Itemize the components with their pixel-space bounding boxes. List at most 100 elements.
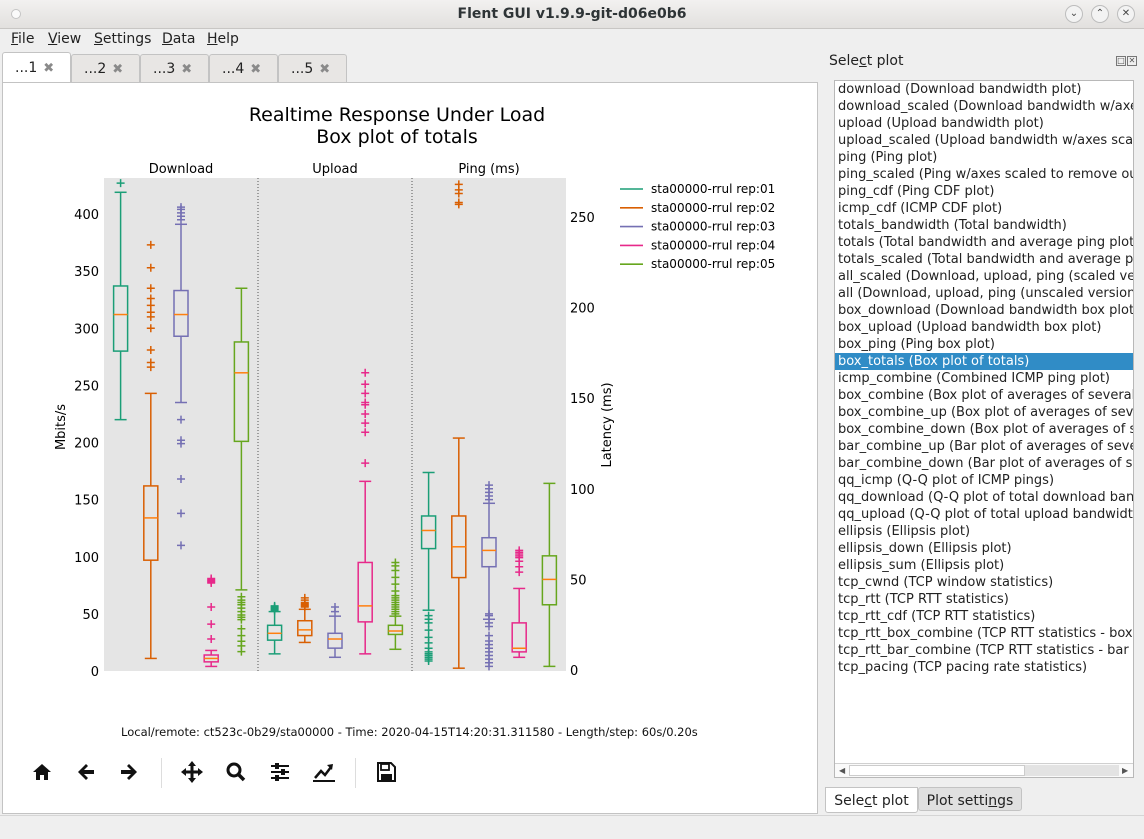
plot-list-item[interactable]: totals (Total bandwidth and average ping… — [835, 234, 1133, 251]
sidebar-title: Select plot — [829, 53, 904, 69]
plot-list-item[interactable]: ping_cdf (Ping CDF plot) — [835, 183, 1133, 200]
chevron-up-icon: ⌃ — [1095, 8, 1105, 19]
tab-select-plot[interactable]: Select plot — [825, 787, 918, 813]
plot-list-item[interactable]: tcp_rtt_bar_combine (TCP RTT statistics … — [835, 642, 1133, 659]
plot-list-item[interactable]: ellipsis (Ellipsis plot) — [835, 523, 1133, 540]
tab-plot-settings[interactable]: Plot settings — [918, 787, 1022, 811]
plot-list-item[interactable]: box_combine (Box plot of averages of sev… — [835, 387, 1133, 404]
y-tick-label-left: 0 — [91, 665, 99, 680]
plot-list-item[interactable]: bar_combine_up (Bar plot of averages of … — [835, 438, 1133, 455]
plot-list-item[interactable]: tcp_rtt (TCP RTT statistics) — [835, 591, 1133, 608]
plot-list-item[interactable]: tcp_rtt_cdf (TCP RTT statistics) — [835, 608, 1133, 625]
tab-label: ...2 — [84, 61, 107, 77]
back-button[interactable] — [71, 757, 101, 787]
pan-button[interactable] — [177, 757, 207, 787]
plot-list-item[interactable]: icmp_combine (Combined ICMP ping plot) — [835, 370, 1133, 387]
close-tab-icon[interactable]: ✖ — [250, 62, 261, 77]
close-tab-icon[interactable]: ✖ — [43, 61, 54, 76]
tab-3[interactable]: ...3 ✖ — [140, 54, 209, 82]
legend-label: sta00000-rrul rep:01 — [651, 182, 775, 196]
plot-list-item[interactable]: ellipsis_sum (Ellipsis plot) — [835, 557, 1133, 574]
y-tick-label-right: 150 — [570, 392, 595, 407]
configure-subplots-button[interactable] — [265, 757, 295, 787]
y-axis-label-left: Mbits/s — [54, 404, 69, 450]
y-tick-label-left: 400 — [74, 208, 99, 223]
plot-list-item[interactable]: ellipsis_down (Ellipsis plot) — [835, 540, 1133, 557]
group-label: Ping (ms) — [458, 162, 519, 177]
y-tick-label-right: 200 — [570, 302, 595, 317]
plot-list-item[interactable]: box_upload (Upload bandwidth box plot) — [835, 319, 1133, 336]
plot-list-item[interactable]: qq_icmp (Q-Q plot of ICMP pings) — [835, 472, 1133, 489]
menu-data[interactable]: Data — [162, 31, 195, 47]
plot-list[interactable]: download (Download bandwidth plot) downlo… — [834, 80, 1134, 778]
plot-pane: Realtime Response Under Load Box plot of … — [2, 82, 818, 814]
scroll-left-icon[interactable]: ◀ — [839, 764, 845, 777]
plot-list-item[interactable]: all (Download, upload, ping (unscaled ve… — [835, 285, 1133, 302]
y-tick-label-right: 250 — [570, 211, 595, 226]
close-tab-icon[interactable]: ✖ — [319, 62, 330, 77]
y-tick-label-right: 0 — [570, 664, 578, 679]
close-dock-icon[interactable]: ✕ — [1127, 56, 1137, 66]
plot-list-item[interactable]: qq_download (Q-Q plot of total download … — [835, 489, 1133, 506]
tab-4[interactable]: ...4 ✖ — [209, 54, 278, 82]
legend-label: sta00000-rrul rep:02 — [651, 201, 775, 215]
plot-list-item[interactable]: totals_bandwidth (Total bandwidth) — [835, 217, 1133, 234]
plot-list-item[interactable]: upload (Upload bandwidth plot) — [835, 115, 1133, 132]
plot-list-item[interactable]: download_scaled (Download bandwidth w/ax… — [835, 98, 1133, 115]
plot-list-item[interactable]: totals_scaled (Total bandwidth and avera… — [835, 251, 1133, 268]
home-button[interactable] — [27, 757, 57, 787]
toolbar-separator — [161, 758, 162, 788]
tab-5[interactable]: ...5 ✖ — [278, 54, 347, 82]
menu-file[interactable]: File — [11, 31, 34, 47]
menu-view[interactable]: View — [48, 31, 81, 47]
toolbar-separator — [355, 758, 356, 788]
scroll-right-icon[interactable]: ▶ — [1122, 764, 1128, 777]
plot-list-item[interactable]: qq_upload (Q-Q plot of total upload band… — [835, 506, 1133, 523]
window-title: Flent GUI v1.9.9-git-d06e0b6 — [457, 6, 687, 22]
plot-list-item[interactable]: ping (Ping plot) — [835, 149, 1133, 166]
plot-list-item[interactable]: ping_scaled (Ping w/axes scaled to remov… — [835, 166, 1133, 183]
menu-settings[interactable]: Settings — [94, 31, 151, 47]
close-button[interactable]: ✕ — [1117, 5, 1135, 23]
y-tick-label-right: 100 — [570, 483, 595, 498]
plot-list-item[interactable]: tcp_cwnd (TCP window statistics) — [835, 574, 1133, 591]
minimize-button[interactable]: ⌄ — [1065, 5, 1083, 23]
close-tab-icon[interactable]: ✖ — [181, 62, 192, 77]
forward-button[interactable] — [114, 757, 144, 787]
dock-controls: □ ✕ — [1115, 55, 1137, 66]
y-axis-label-right: Latency (ms) — [600, 382, 615, 467]
metadata-line: Local/remote: ct523c-0b29/sta00000 - Tim… — [121, 725, 698, 739]
plot-list-item[interactable]: tcp_rtt_box_combine (TCP RTT statistics … — [835, 625, 1133, 642]
box-plot-chart[interactable]: Realtime Response Under LoadBox plot of … — [3, 83, 819, 723]
arrow-right-icon — [121, 764, 137, 780]
close-tab-icon[interactable]: ✖ — [112, 62, 123, 77]
maximize-button[interactable]: ⌃ — [1091, 5, 1109, 23]
close-icon: ✕ — [1121, 8, 1131, 19]
edit-axes-button[interactable] — [309, 757, 339, 787]
tab-1[interactable]: ...1 ✖ — [2, 52, 71, 82]
status-bar — [0, 815, 1144, 839]
save-button[interactable] — [371, 757, 401, 787]
plot-area — [104, 178, 566, 671]
plot-list-item[interactable]: box_totals (Box plot of totals) — [835, 353, 1133, 370]
scrollbar-thumb[interactable] — [849, 765, 1025, 776]
plot-list-item[interactable]: box_combine_up (Box plot of averages of … — [835, 404, 1133, 421]
line-chart-icon — [313, 764, 335, 782]
chevron-down-icon: ⌄ — [1069, 8, 1079, 19]
plot-list-item[interactable]: icmp_cdf (ICMP CDF plot) — [835, 200, 1133, 217]
plot-list-item[interactable]: all_scaled (Download, upload, ping (scal… — [835, 268, 1133, 285]
tab-2[interactable]: ...2 ✖ — [71, 54, 140, 82]
plot-list-item[interactable]: box_combine_down (Box plot of averages o… — [835, 421, 1133, 438]
plot-list-item[interactable]: box_download (Download bandwidth box plo… — [835, 302, 1133, 319]
plot-list-item[interactable]: box_ping (Ping box plot) — [835, 336, 1133, 353]
plot-list-item[interactable]: upload_scaled (Upload bandwidth w/axes s… — [835, 132, 1133, 149]
scrollbar-track[interactable] — [1025, 765, 1119, 776]
menu-help[interactable]: Help — [207, 31, 239, 47]
float-dock-icon[interactable]: □ — [1116, 56, 1126, 66]
horizontal-scrollbar[interactable]: ◀ ▶ — [835, 763, 1133, 777]
y-tick-label-left: 100 — [74, 551, 99, 566]
zoom-button[interactable] — [221, 757, 251, 787]
plot-list-item[interactable]: bar_combine_down (Bar plot of averages o… — [835, 455, 1133, 472]
plot-list-item[interactable]: tcp_pacing (TCP pacing rate statistics) — [835, 659, 1133, 676]
plot-list-item[interactable]: download (Download bandwidth plot) — [835, 81, 1133, 98]
